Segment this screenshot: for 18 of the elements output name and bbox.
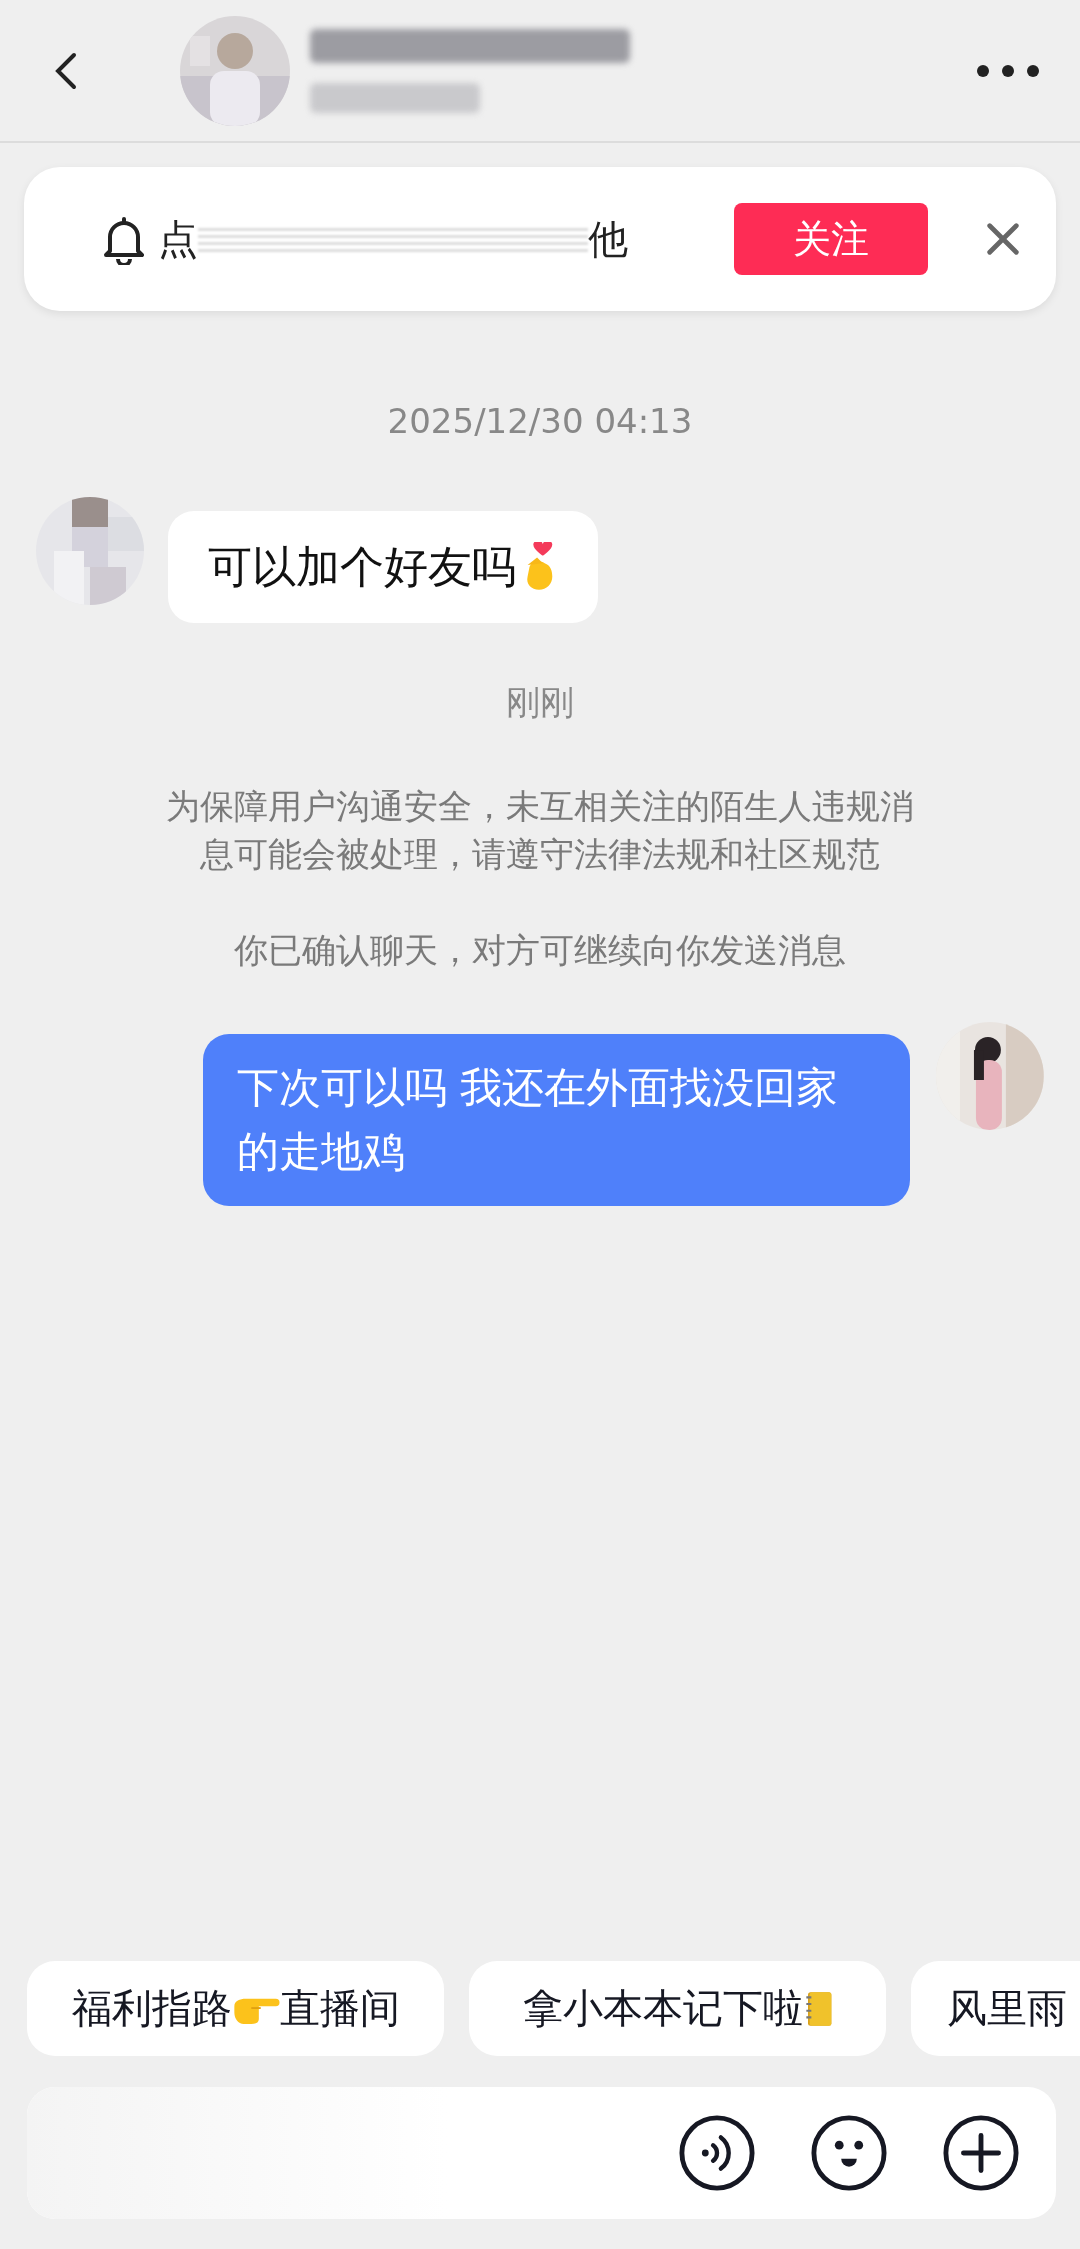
follow-button[interactable]: 关注 [734,203,928,275]
banner-text: 点 [158,214,198,264]
voice-icon[interactable] [678,2114,756,2192]
quick-reply-chip[interactable]: 福利指路 直播间 [27,1961,444,2056]
quick-reply-chip[interactable]: 拿小本本记下啦 [469,1961,886,2056]
message-bubble: 可以加个好友吗 [168,511,598,623]
message-bubble: 下次可以吗 我还在外面找没回家的走地鸡 [203,1034,911,1206]
message-input-field[interactable] [27,2087,1056,2219]
timestamp: 刚刚 [506,681,574,724]
more-icon[interactable] [976,63,1040,78]
close-icon[interactable] [984,220,1022,258]
system-notice: 你已确认聊天，对方可继续向你发送消息 [233,929,847,972]
add-icon[interactable] [942,2114,1020,2192]
emoji-icon[interactable] [810,2114,888,2192]
banner-text: 他 [588,214,628,264]
quick-reply-chip[interactable]: 风里雨 [911,1961,1080,2056]
timestamp: 2025/12/30 04:13 [387,401,693,441]
system-notice: 为保障用户沟通安全，未互相关注的陌生人违规消息可能会被处理，请遵守法律法规和社区规范 [165,785,915,876]
